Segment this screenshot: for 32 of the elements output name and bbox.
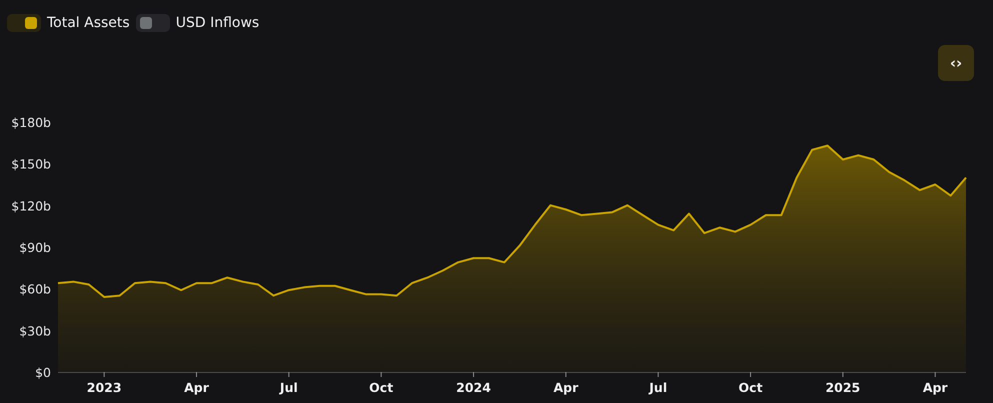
x-axis-tick <box>658 372 659 378</box>
x-axis-label: Apr <box>553 380 578 395</box>
y-axis-label: $0 <box>35 365 51 380</box>
y-axis-label: $60b <box>19 282 51 297</box>
x-axis-tick <box>750 372 752 378</box>
x-axis-tick <box>288 372 290 378</box>
x-axis-label: Jul <box>280 380 298 395</box>
y-axis-label: $150b <box>11 156 51 172</box>
y-axis-label: $30b <box>19 323 51 338</box>
x-axis-tick <box>934 372 936 378</box>
embed-button[interactable]: ‹› <box>938 45 974 81</box>
x-axis-tick <box>380 372 382 378</box>
x-axis-label: Oct <box>369 380 394 395</box>
y-axis-label: $120b <box>11 198 51 214</box>
legend-toggle[interactable] <box>136 14 170 32</box>
x-axis-tick <box>104 372 105 378</box>
x-axis-label: 2023 <box>86 380 122 395</box>
legend-label[interactable]: USD Inflows <box>176 14 260 30</box>
x-axis-label: 2025 <box>825 380 860 395</box>
x-axis-label: Oct <box>738 380 763 395</box>
x-axis-tick <box>473 372 474 378</box>
legend-toggle[interactable] <box>7 14 41 32</box>
x-axis-tick <box>842 372 844 378</box>
x-axis-label: 2024 <box>456 380 491 395</box>
x-axis-tick <box>196 372 197 378</box>
x-axis-tick <box>565 372 566 378</box>
x-axis-label: Apr <box>184 380 209 395</box>
x-axis-label: Apr <box>922 380 948 395</box>
y-axis-label: $180b <box>11 115 51 130</box>
x-axis-label: Jul <box>649 380 668 395</box>
y-axis-label: $90b <box>19 240 51 255</box>
legend-label[interactable]: Total Assets <box>47 14 130 30</box>
